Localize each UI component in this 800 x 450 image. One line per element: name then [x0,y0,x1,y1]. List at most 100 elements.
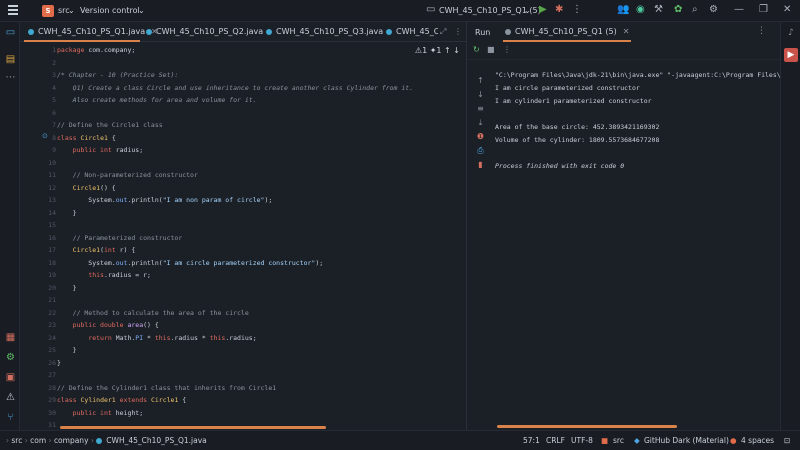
search-icon[interactable]: ⌕ [692,4,698,15]
code-line: } [57,283,77,292]
tab-q1[interactable]: CWH_45_Ch10_PS_Q1.java ✕ [24,22,158,42]
structure-tool-icon[interactable]: ▤ [5,54,16,65]
arrow-down-icon[interactable]: ↓ [453,46,460,55]
module-icon: ■ [601,436,609,445]
build-icon[interactable]: ⚒ [654,4,663,15]
vcs-menu[interactable]: Version control [80,6,140,15]
arrow-down-icon[interactable]: ↓ [476,90,485,99]
code-line: } [57,346,77,354]
title-bar: S src ⌄ Version control ⌄ ▭ CWH_45_Ch10_… [0,0,800,22]
line-number: 18 [48,258,56,267]
code-editor[interactable]: 1 2 3 4 5 6 7 8 9 10 11 12 13 14 15 16 17 18 19 20 21 22 23 24 2… [20,42,466,430]
line-number: 26 [48,358,56,367]
minimize-icon[interactable]: — [734,4,744,15]
arrow-up-icon[interactable]: ↑ [444,46,451,55]
breadcrumb-item[interactable]: company [54,436,89,445]
line-number: 14 [48,208,56,217]
restore-icon[interactable]: ❐ [759,4,768,15]
services-tool-icon[interactable]: ⚙ [5,352,16,363]
caret-position[interactable]: 57:1 [523,436,540,445]
more-icon[interactable]: ⋮ [454,22,462,42]
collab-icon[interactable]: 👥 [617,4,629,15]
indent-setting[interactable]: 4 spaces [741,436,774,445]
run-toolbar: ↻ ■ ⋮ [467,42,781,60]
stop-icon[interactable]: ■ [487,45,495,54]
code-line: // Non-parameterized constructor [72,171,198,179]
git-tool-icon[interactable]: ⑂ [5,412,16,423]
code-line: } [57,358,61,367]
inspection-widget[interactable]: ⚠1 ✦1 ↑ ↓ [415,46,460,55]
copilot-icon[interactable]: ◉ [636,4,645,15]
more-icon[interactable]: ⋮ [572,4,582,15]
soft-wrap-icon[interactable]: ≡ [476,104,485,113]
scroll-to-end-icon[interactable]: ⤓ [476,118,485,127]
chevron-down-icon[interactable]: ⌄ [138,6,145,15]
code-line: } [57,208,77,217]
line-number: 21 [48,296,56,304]
trash-icon[interactable]: ▮ [476,160,485,169]
editor-tabs: CWH_45_Ch10_PS_Q1.java ✕ CWH_45_Ch10_PS_Q… [20,22,466,42]
chevron-down-icon[interactable]: ⌄ [524,6,531,15]
close-icon[interactable]: ✕ [783,4,791,15]
expand-icon[interactable]: ⤢ [440,22,446,42]
implemented-marker-icon[interactable]: ⊙ [42,132,48,140]
problems-tool-icon[interactable]: ⚠ [5,392,16,403]
line-ending[interactable]: CRLF [546,436,565,445]
more-tools-icon[interactable]: ⋯ [5,72,16,83]
status-bar: › src › com › company › CWH_45_Ch10_PS_Q… [0,430,800,450]
database-tool-icon[interactable]: ▦ [5,332,16,343]
gradle-icon[interactable]: ▶ [784,48,798,62]
run-tab[interactable]: CWH_45_Ch10_PS_Q1 (5) ✕ [503,22,632,42]
module-name[interactable]: src [613,436,624,445]
lock-icon[interactable]: ⊡ [784,436,790,445]
terminal-tool-icon[interactable]: ▣ [5,372,16,383]
console-line: I am cylinder1 parameterized constructor [495,97,652,105]
line-number: 22 [48,308,56,317]
editor-horizontal-scrollbar[interactable] [60,426,326,429]
code-line: // Parameterized constructor [72,233,183,242]
run-panel-title: Run [475,28,491,37]
more-icon[interactable]: ⋮ [757,26,766,36]
line-number: 19 [48,271,56,279]
breadcrumb-item[interactable]: com [30,436,46,445]
code-line: // Method to calculate the area of the c… [72,308,249,317]
console-horizontal-scrollbar[interactable] [497,425,677,428]
console-line: Process finished with exit code 0 [495,162,625,170]
line-number: 16 [48,233,56,242]
ai-icon[interactable]: ✿ [674,4,682,15]
breadcrumb-item[interactable]: src [11,436,22,445]
more-icon[interactable]: ⋮ [503,45,511,54]
code-line: /* Chapter - 10 (Practice Set): [57,71,179,79]
code-line: return Math.PI * this.radius * this.radi… [88,333,257,342]
indent-icon: ● [730,436,737,445]
tab-q4-truncated[interactable]: CWH_45_C [386,22,438,42]
print-icon[interactable]: ⎙ [476,146,485,155]
menu-icon[interactable] [8,5,18,15]
code-line: this.radius = r; [88,271,151,279]
settings-icon[interactable]: ⚙ [709,4,718,15]
error-badge-icon[interactable]: ❶ [476,132,485,141]
notifications-icon[interactable]: ♪ [784,26,798,40]
run-config-icon: ▭ [426,4,436,15]
code-line: class Cylinder1 extends Circle1 { [57,396,187,404]
run-icon[interactable]: ▶ [539,4,547,15]
rerun-icon[interactable]: ↻ [473,45,480,54]
tab-q3[interactable]: CWH_45_Ch10_PS_Q3.java [266,22,383,42]
chevron-down-icon[interactable]: ⌄ [68,6,75,15]
debug-icon[interactable]: ✱ [555,4,563,15]
line-number-gutter: 1 2 3 4 5 6 7 8 9 10 11 12 13 14 15 16 17 18 19 20 21 22 23 24 2… [20,42,56,430]
breadcrumb-item[interactable]: CWH_45_Ch10_PS_Q1.java [106,436,206,445]
theme-name[interactable]: GitHub Dark (Material) [644,436,729,445]
project-badge[interactable]: S [42,5,54,17]
run-panel: Run CWH_45_Ch10_PS_Q1 (5) ✕ ⋮ ↻ ■ ⋮ ↑ ↓ ≡… [466,22,785,430]
project-tool-icon[interactable]: ▭ [5,27,16,38]
line-number: 10 [48,158,56,167]
tab-q2[interactable]: CWH_45_Ch10_PS_Q2.java [146,22,263,42]
code-line: Circle1() { [72,183,116,192]
code-line: Also create methods for area and volume … [57,96,257,104]
file-encoding[interactable]: UTF-8 [571,436,593,445]
close-icon[interactable]: ✕ [623,27,630,36]
left-tool-strip: ▭ ▤ ⋯ ▦ ⚙ ▣ ⚠ ⑂ [0,22,20,430]
java-file-icon [146,29,152,35]
arrow-up-icon[interactable]: ↑ [476,76,485,85]
